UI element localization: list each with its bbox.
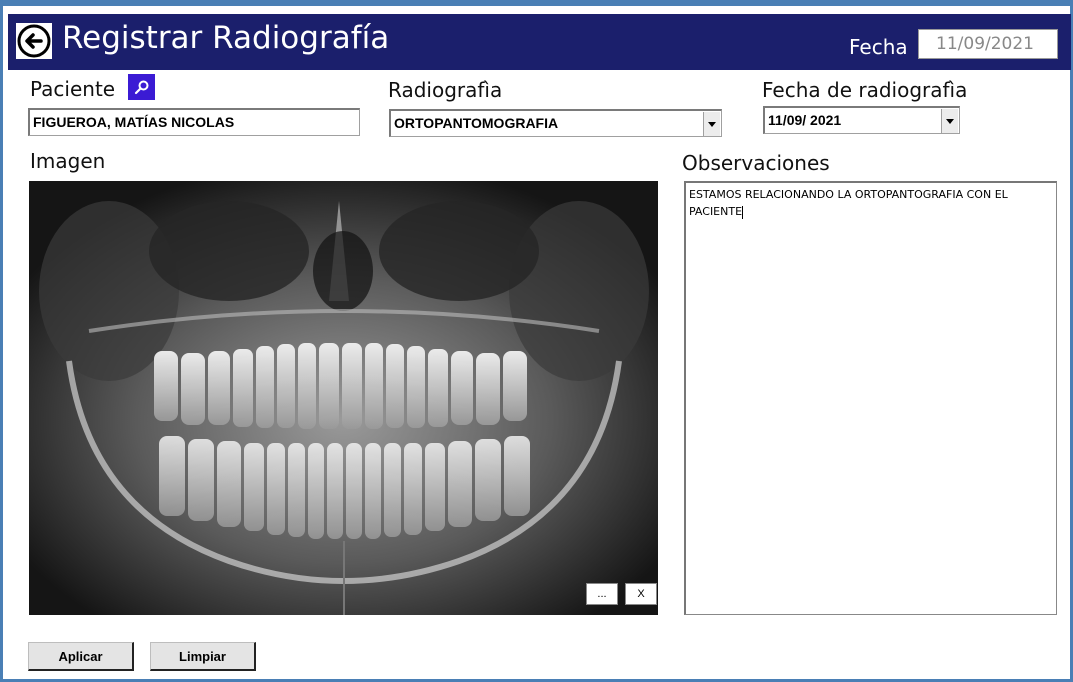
chevron-down-icon: [708, 121, 716, 127]
radiografia-dropdown-button[interactable]: [703, 112, 720, 136]
patient-field[interactable]: FIGUEROA, MATÍAS NICOLAS: [28, 108, 360, 136]
back-button[interactable]: [15, 22, 53, 60]
arrow-left-circle-icon: [16, 23, 52, 59]
header-bar: Registrar Radiografía Fecha 11/09/2021: [8, 14, 1071, 70]
radiograph-image: ... X: [29, 181, 658, 615]
text-caret: [742, 205, 744, 219]
radiografia-selected-value: ORTOPANTOMOGRAFIA: [394, 115, 559, 131]
observaciones-label: Observaciones: [682, 151, 830, 175]
fecha-radiografia-value: 11/09/ 2021: [768, 112, 842, 128]
radiografia-select[interactable]: ORTOPANTOMOGRAFIA: [389, 109, 722, 137]
page-title: Registrar Radiografía: [62, 20, 390, 56]
observaciones-text: ESTAMOS RELACIONANDO LA ORTOPANTOGRAFIA …: [689, 188, 1008, 218]
clear-image-button[interactable]: X: [625, 583, 657, 605]
radiografia-label: Radiografìa: [388, 78, 503, 102]
fecha-radiografia-dropdown-button[interactable]: [941, 109, 958, 133]
fecha-label: Fecha: [849, 35, 908, 59]
fecha-radiografia-picker[interactable]: 11/09/ 2021: [763, 106, 960, 134]
observaciones-textarea[interactable]: ESTAMOS RELACIONANDO LA ORTOPANTOGRAFIA …: [684, 181, 1057, 615]
fecha-radiografia-label: Fecha de radiografìa: [762, 78, 968, 102]
search-patient-button[interactable]: [128, 74, 155, 100]
clear-form-button[interactable]: Limpiar: [150, 642, 256, 671]
browse-image-button[interactable]: ...: [586, 583, 618, 605]
apply-button[interactable]: Aplicar: [28, 642, 134, 671]
paciente-label: Paciente: [30, 77, 116, 101]
chevron-down-icon: [946, 118, 954, 124]
window-frame: Registrar Radiografía Fecha 11/09/2021 P…: [0, 0, 1073, 682]
search-icon: [134, 80, 148, 95]
fecha-field[interactable]: 11/09/2021: [918, 29, 1058, 59]
panoramic-xray-image: [29, 181, 658, 615]
imagen-label: Imagen: [30, 149, 106, 173]
